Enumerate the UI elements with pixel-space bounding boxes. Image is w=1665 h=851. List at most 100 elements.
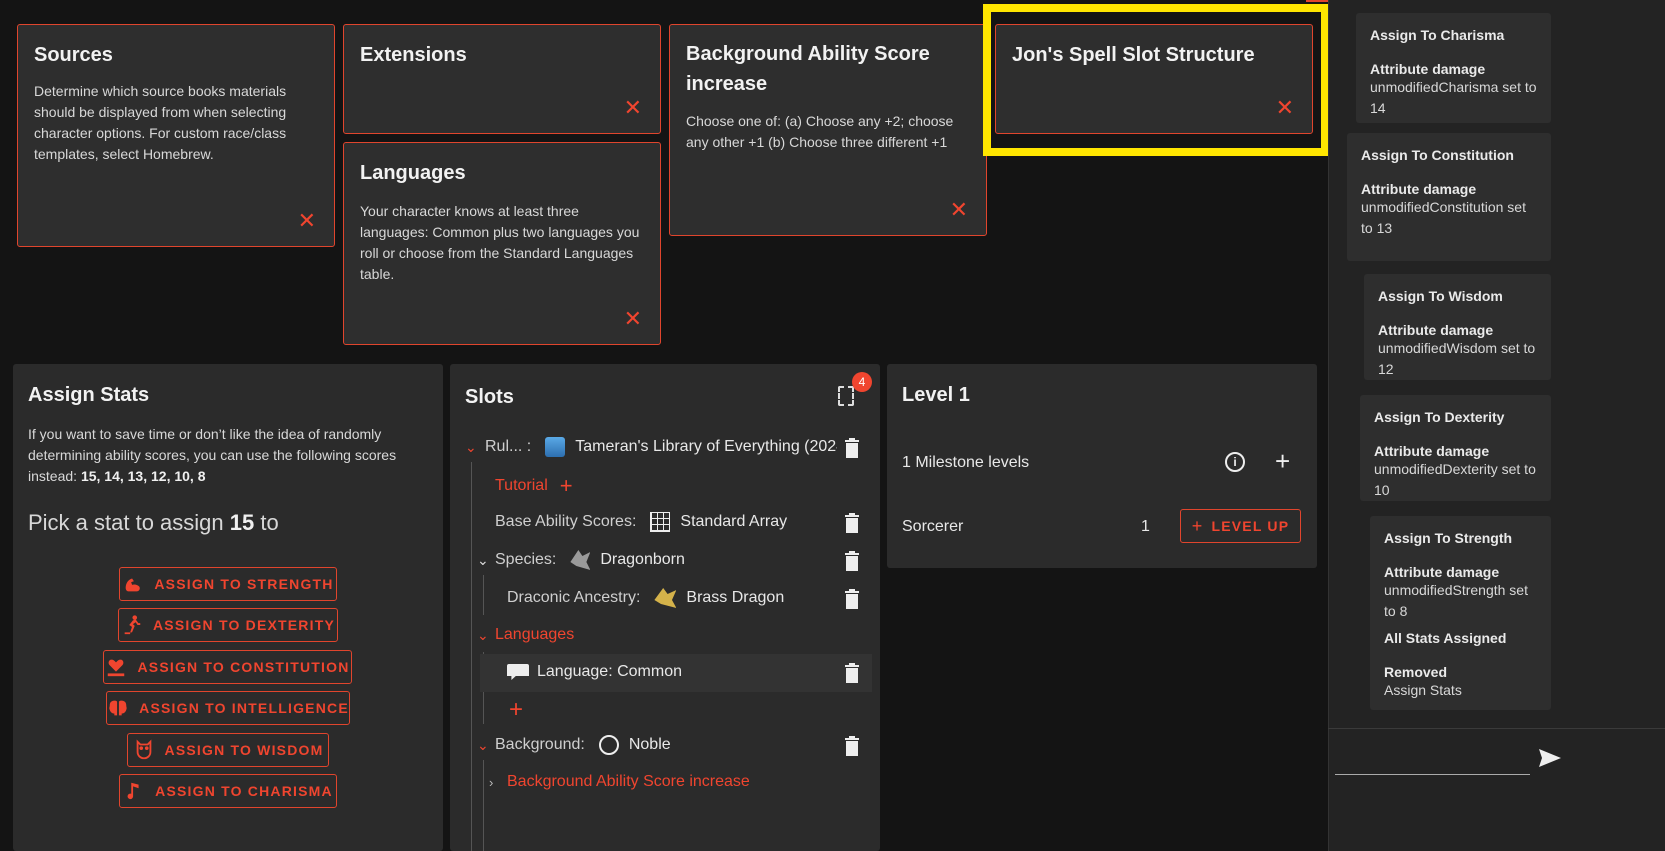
languages-slot-label[interactable]: Languages [495, 626, 574, 644]
spell-slot-title: Jon's Spell Slot Structure [1012, 44, 1255, 66]
background-chevron-icon[interactable]: ⌄ [477, 737, 495, 754]
log-title: Assign To Wisdom [1378, 288, 1503, 304]
assign-strength-button[interactable]: ASSIGN TO STRENGTH [119, 567, 337, 601]
chat-icon [507, 664, 529, 680]
assign-stats-intro: If you want to save time or don’t like t… [28, 424, 413, 487]
background-asi-slot-label[interactable]: Background Ability Score increase [507, 773, 750, 791]
add-level-icon[interactable]: + [1275, 446, 1290, 477]
languages-close-icon[interactable]: ✕ [624, 308, 642, 330]
language-common-delete-icon[interactable] [844, 663, 860, 683]
rules-delete-icon[interactable] [844, 438, 860, 458]
log-value: unmodifiedConstitution set to 13 [1361, 199, 1526, 236]
strength-icon [126, 578, 141, 592]
tutorial-label[interactable]: Tutorial [495, 477, 548, 495]
base-ability-row[interactable]: Base Ability Scores: Standard Array [495, 512, 787, 532]
chevron-right-icon[interactable]: › [489, 775, 507, 790]
owl-icon [136, 739, 151, 760]
assign-charisma-button[interactable]: ASSIGN TO CHARISMA [119, 774, 337, 808]
log-value: unmodifiedWisdom set to 12 [1378, 340, 1536, 377]
log-head: Attribute damage [1361, 181, 1477, 197]
background-row[interactable]: ⌄ Background: Noble [477, 735, 671, 755]
ancestry-row[interactable]: Draconic Ancestry: Brass Dragon [507, 588, 784, 608]
assign-stats-scores: 15, 14, 13, 12, 10, 8 [80, 468, 206, 484]
assign-wisdom-button[interactable]: ASSIGN TO WISDOM [127, 733, 329, 767]
log-card-charisma: Assign To Charisma Attribute damage unmo… [1356, 13, 1551, 123]
sources-close-icon[interactable]: ✕ [298, 210, 316, 232]
level-panel: Level 1 1 Milestone levels i + Sorcerer … [887, 364, 1317, 568]
level-title: Level 1 [902, 384, 970, 406]
noble-icon [598, 735, 619, 755]
background-asi-row[interactable]: › Background Ability Score increase [489, 773, 750, 791]
rules-row[interactable]: ⌄ Rul... : Tameran's Library of Everythi… [465, 437, 865, 457]
background-delete-icon[interactable] [844, 736, 860, 756]
log-all-assigned: All Stats Assigned [1384, 630, 1507, 646]
languages-card[interactable]: Languages Your character knows at least … [343, 142, 661, 345]
extensions-title: Extensions [360, 44, 467, 66]
assign-intelligence-label: ASSIGN TO INTELLIGENCE [139, 700, 349, 716]
chevron-down-icon[interactable]: ⌄ [465, 439, 483, 456]
log-value: unmodifiedStrength set to 8 [1384, 582, 1528, 619]
assign-wisdom-label: ASSIGN TO WISDOM [164, 742, 324, 758]
log-title: Assign To Constitution [1361, 147, 1514, 163]
species-row[interactable]: ⌄ Species: Dragonborn [477, 550, 685, 570]
log-head: Attribute damage [1384, 564, 1500, 580]
species-chevron-icon[interactable]: ⌄ [477, 552, 495, 569]
assign-constitution-button[interactable]: ASSIGN TO CONSTITUTION [103, 650, 352, 684]
log-card-wisdom: Assign To Wisdom Attribute damage unmodi… [1364, 274, 1551, 380]
log-card-constitution: Assign To Constitution Attribute damage … [1347, 133, 1551, 261]
library-icon [545, 437, 566, 457]
pick-stat-prompt: Pick a stat to assign 15 to [28, 510, 279, 536]
pick-stat-prefix: Pick a stat to assign [28, 510, 230, 535]
rules-value: Tameran's Library of Everything (2024... [575, 438, 838, 455]
base-ability-value: Standard Array [680, 513, 788, 530]
sources-card[interactable]: Sources Determine which source books mat… [17, 24, 335, 247]
log-title: Assign To Charisma [1370, 27, 1505, 43]
log-removed-head: Removed [1384, 664, 1448, 680]
extensions-close-icon[interactable]: ✕ [624, 97, 642, 119]
species-delete-icon[interactable] [844, 551, 860, 571]
extensions-card[interactable]: Extensions ✕ [343, 24, 661, 134]
document-icon[interactable] [838, 386, 854, 406]
chat-divider [1328, 728, 1665, 729]
species-tree-line [483, 575, 484, 615]
languages-row[interactable]: ⌄ Languages [477, 626, 574, 644]
log-head: Attribute damage [1374, 443, 1490, 459]
languages-description: Your character knows at least three lang… [360, 203, 640, 282]
ancestry-delete-icon[interactable] [844, 589, 860, 609]
assign-intelligence-button[interactable]: ASSIGN TO INTELLIGENCE [106, 691, 350, 725]
species-label: Species: [495, 551, 557, 568]
tutorial-row[interactable]: Tutorial + [495, 473, 573, 499]
brain-icon [109, 700, 127, 716]
log-head: Attribute damage [1378, 322, 1494, 338]
species-value: Dragonborn [600, 551, 685, 568]
background-asi-card[interactable]: Background Ability Score increase Choose… [669, 24, 987, 236]
add-language-icon[interactable]: + [509, 696, 523, 724]
brass-dragon-icon [654, 588, 677, 608]
languages-chevron-icon[interactable]: ⌄ [477, 627, 495, 644]
slots-badge: 4 [852, 372, 872, 392]
sources-title: Sources [34, 44, 113, 66]
log-title: Assign To Dexterity [1374, 409, 1505, 425]
languages-title: Languages [360, 162, 466, 184]
spell-slot-close-icon[interactable]: ✕ [1276, 97, 1294, 119]
level-up-button[interactable]: + LEVEL UP [1180, 509, 1301, 543]
slots-title: Slots [465, 386, 514, 408]
background-asi-close-icon[interactable]: ✕ [950, 199, 968, 221]
milestone-label: 1 Milestone levels [902, 454, 1030, 471]
info-icon[interactable]: i [1225, 452, 1245, 472]
sources-description: Determine which source books materials s… [34, 83, 287, 162]
background-tree-line [483, 760, 484, 851]
rules-label: Rul... : [485, 438, 532, 455]
language-common-row[interactable]: Language: Common [507, 663, 682, 681]
add-icon[interactable]: + [560, 473, 573, 499]
chat-input[interactable] [1335, 750, 1530, 775]
base-ability-delete-icon[interactable] [844, 513, 860, 533]
assign-constitution-label: ASSIGN TO CONSTITUTION [137, 659, 350, 675]
ancestry-value: Brass Dragon [686, 589, 785, 606]
spell-slot-card[interactable]: Jon's Spell Slot Structure ✕ [995, 24, 1313, 134]
send-icon[interactable] [1538, 748, 1562, 768]
grid-icon [650, 512, 671, 532]
assign-dexterity-button[interactable]: ASSIGN TO DEXTERITY [118, 608, 338, 642]
log-card-dexterity: Assign To Dexterity Attribute damage unm… [1360, 395, 1551, 501]
class-name: Sorcerer [902, 518, 964, 535]
